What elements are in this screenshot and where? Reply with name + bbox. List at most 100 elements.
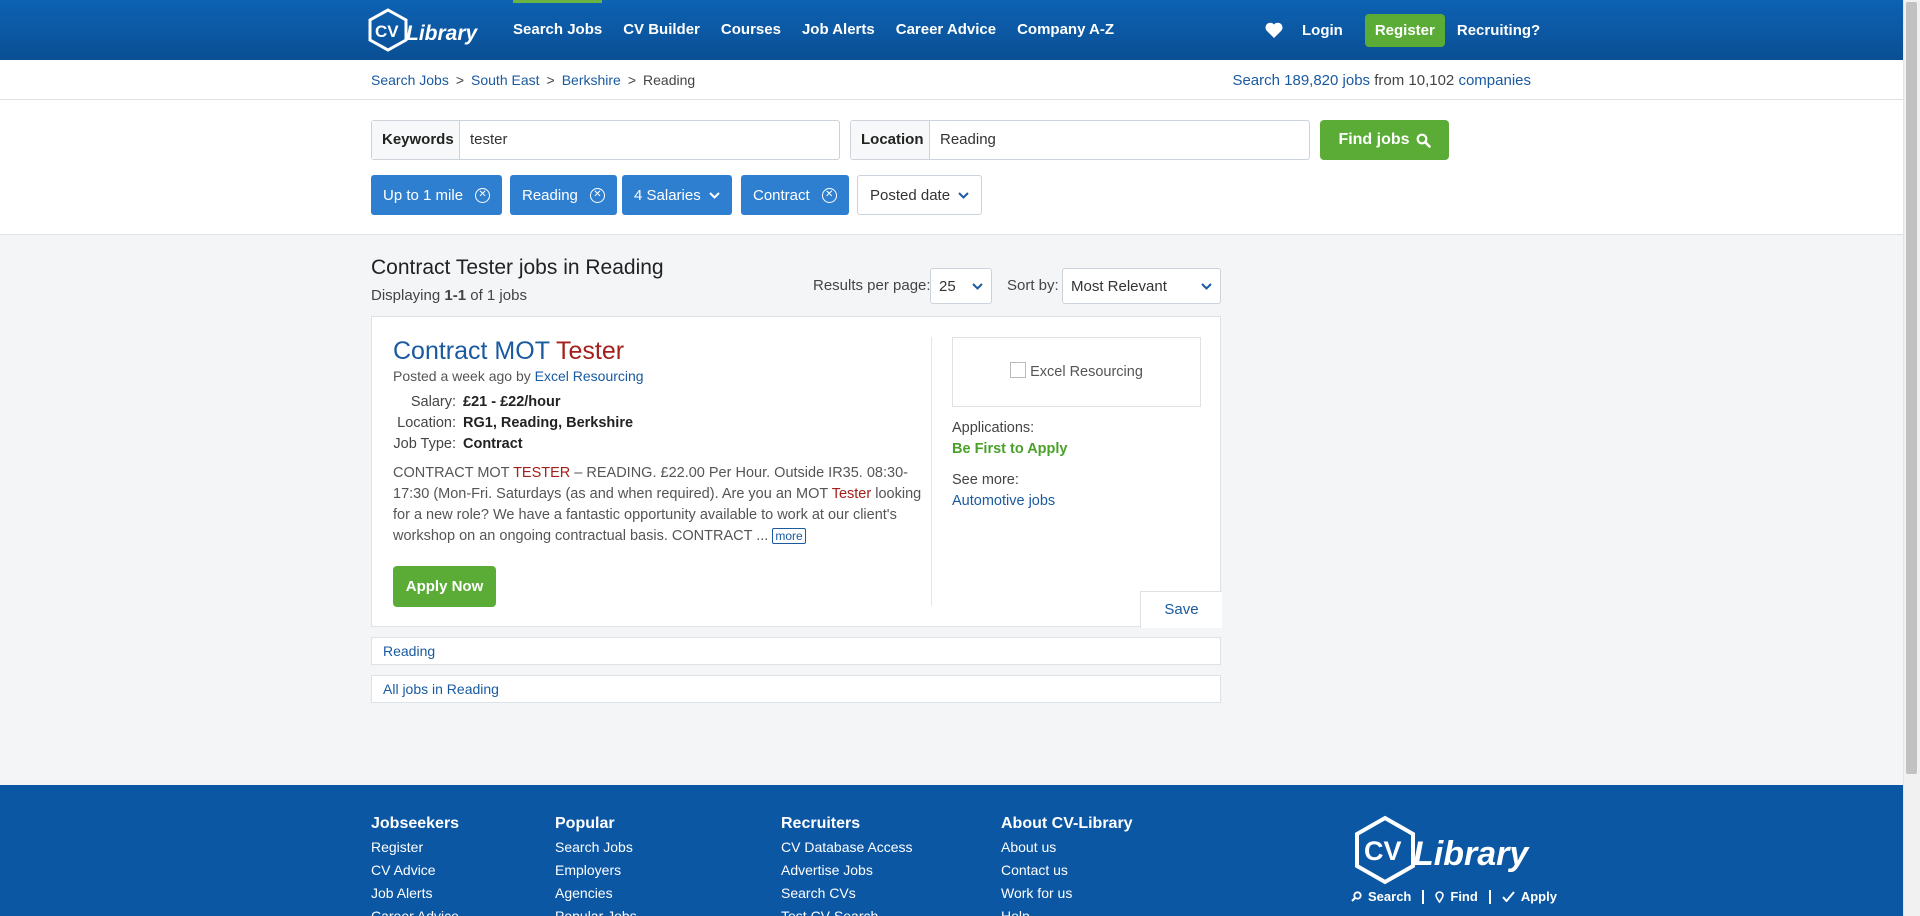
divider <box>1488 889 1491 904</box>
find-jobs-button[interactable]: Find jobs <box>1320 120 1449 160</box>
breadcrumb-search-jobs[interactable]: Search Jobs <box>371 72 449 88</box>
filter-chip-salaries[interactable]: 4 Salaries <box>622 175 732 215</box>
tagline-find: Find <box>1450 889 1478 904</box>
results-count: Displaying 1-1 of 1 jobs <box>371 287 527 304</box>
footer-tagline: Search Find Apply <box>1351 889 1557 904</box>
location-field[interactable]: Location Reading <box>850 120 1310 160</box>
footer-link[interactable]: CV Advice <box>371 862 459 885</box>
footer-link[interactable]: Search Jobs <box>555 839 637 862</box>
sort-by-label: Sort by: <box>1007 277 1059 294</box>
register-button[interactable]: Register <box>1364 13 1445 47</box>
job-description: CONTRACT MOT TESTER – READING. £22.00 Pe… <box>393 463 923 547</box>
footer-link[interactable]: Test CV Search <box>781 908 913 916</box>
filter-chip-job-type[interactable]: Contract ✕ <box>741 175 849 215</box>
keywords-input[interactable]: tester <box>460 121 839 159</box>
footer-link[interactable]: About us <box>1001 839 1133 862</box>
nav-company-a-z[interactable]: Company A-Z <box>1017 0 1114 60</box>
applications-value: Be First to Apply <box>952 441 1068 457</box>
automotive-jobs-link[interactable]: Automotive jobs <box>952 493 1055 509</box>
sort-by-value: Most Relevant <box>1071 277 1167 295</box>
footer-cv-library-logo: CV Library <box>1355 815 1530 885</box>
company-logo[interactable]: Excel Resourcing <box>952 337 1201 407</box>
footer-link[interactable]: Agencies <box>555 885 637 908</box>
remove-filter-icon[interactable]: ✕ <box>475 187 491 203</box>
filter-chip-label: Contract <box>753 186 810 204</box>
fact-value: RG1, Reading, Berkshire <box>463 414 634 431</box>
stats-companies-link[interactable]: companies <box>1458 72 1531 89</box>
related-link-all-reading[interactable]: All jobs in Reading <box>383 681 499 697</box>
filter-chip-location[interactable]: Reading ✕ <box>510 175 617 215</box>
nav-career-advice[interactable]: Career Advice <box>896 0 996 60</box>
fact-location: Location: RG1, Reading, Berkshire <box>393 412 633 433</box>
remove-filter-icon[interactable]: ✕ <box>821 187 837 203</box>
stats-search-link[interactable]: Search <box>1232 72 1280 89</box>
nav-courses[interactable]: Courses <box>721 0 781 60</box>
save-job-button[interactable]: Save <box>1140 591 1222 628</box>
nav-search-jobs[interactable]: Search Jobs <box>513 0 603 60</box>
sort-by-select[interactable]: Most Relevant <box>1062 268 1221 304</box>
more-button[interactable]: more <box>772 528 806 545</box>
broken-image-icon <box>1010 361 1027 378</box>
search-icon <box>1351 891 1362 902</box>
breadcrumb-south-east[interactable]: South East <box>471 72 540 88</box>
filter-chip-distance[interactable]: Up to 1 mile ✕ <box>371 175 503 215</box>
breadcrumb-berkshire[interactable]: Berkshire <box>562 72 621 88</box>
desc-text: CONTRACT MOT <box>393 465 510 481</box>
nav-cv-builder[interactable]: CV Builder <box>623 0 700 60</box>
svg-text:Library: Library <box>406 22 479 45</box>
footer-link[interactable]: Advertise Jobs <box>781 862 913 885</box>
fact-job-type: Job Type: Contract <box>393 433 633 454</box>
footer-link[interactable]: Search CVs <box>781 885 913 908</box>
svg-text:CV: CV <box>375 22 399 41</box>
footer-heading: About CV-Library <box>1001 815 1133 832</box>
applications-label: Applications: <box>952 420 1035 436</box>
heart-icon[interactable] <box>1264 20 1284 40</box>
footer-link[interactable]: Job Alerts <box>371 885 459 908</box>
related-link-reading[interactable]: Reading <box>383 643 435 659</box>
results-title: Contract Tester jobs in Reading <box>371 256 664 279</box>
results-count-suffix: of 1 jobs <box>470 287 527 304</box>
footer-heading: Jobseekers <box>371 815 460 832</box>
footer-link[interactable]: Employers <box>555 862 637 885</box>
chevron-down-icon <box>958 191 969 199</box>
breadcrumb-current: Reading <box>643 72 696 88</box>
footer-heading: Popular <box>555 815 615 832</box>
job-facts: Salary: £21 - £22/hour Location: RG1, Re… <box>393 391 633 454</box>
stats-jobs-count[interactable]: 189,820 jobs <box>1284 72 1370 89</box>
recruiting-link[interactable]: Recruiting? <box>1457 22 1540 39</box>
footer-column-popular: Popular Search Jobs Employers Agencies P… <box>555 815 637 916</box>
footer-link[interactable]: Work for us <box>1001 885 1133 908</box>
filter-posted-date[interactable]: Posted date <box>857 175 983 215</box>
job-title-link[interactable]: Contract MOT Tester <box>393 337 624 366</box>
breadcrumb-bar: Search Jobs > South East > Berkshire > R… <box>0 60 1903 100</box>
footer-heading: Recruiters <box>781 815 861 832</box>
footer-link[interactable]: CV Database Access <box>781 839 913 862</box>
per-page-select[interactable]: 25 <box>930 268 992 304</box>
remove-filter-icon[interactable]: ✕ <box>589 187 605 203</box>
location-input[interactable]: Reading <box>930 121 1309 159</box>
stats-companies-count: 10,102 <box>1408 72 1455 89</box>
divider <box>1422 889 1425 904</box>
footer-link[interactable]: Contact us <box>1001 862 1133 885</box>
cv-library-logo[interactable]: CV Library <box>368 8 480 52</box>
footer: Jobseekers Register CV Advice Job Alerts… <box>0 785 1903 916</box>
nav-job-alerts[interactable]: Job Alerts <box>802 0 875 60</box>
login-link[interactable]: Login <box>1302 22 1343 39</box>
apply-now-button[interactable]: Apply Now <box>393 566 496 607</box>
company-link[interactable]: Excel Resourcing <box>535 368 644 384</box>
keywords-field[interactable]: Keywords tester <box>371 120 840 160</box>
footer-link[interactable]: Career Advice <box>371 908 459 916</box>
results-count-prefix: Displaying <box>371 287 441 304</box>
footer-link[interactable]: Register <box>371 839 459 862</box>
related-link-box: All jobs in Reading <box>371 675 1221 703</box>
breadcrumb: Search Jobs > South East > Berkshire > R… <box>371 72 695 88</box>
scrollbar-thumb[interactable] <box>1906 2 1917 774</box>
account-nav: Login Register Recruiting? <box>1264 0 1540 60</box>
search-panel: Keywords tester Location Reading Find jo… <box>0 100 1903 235</box>
svg-text:Library: Library <box>1413 835 1530 873</box>
desc-highlight: TESTER <box>513 465 571 481</box>
job-title-text: Contract MOT <box>393 337 550 365</box>
tagline-apply: Apply <box>1520 889 1557 904</box>
footer-link[interactable]: Help <box>1001 908 1133 916</box>
footer-link[interactable]: Popular Jobs <box>555 908 637 916</box>
